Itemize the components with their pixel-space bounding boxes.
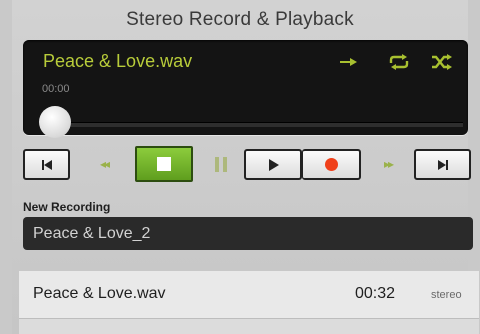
record-icon bbox=[324, 158, 338, 171]
recording-channels: stereo bbox=[431, 289, 462, 301]
recording-row[interactable]: Peace & Love.wav 00:32 stereo bbox=[19, 271, 479, 319]
player-panel: Peace & Love.wav 00:00 bbox=[23, 40, 468, 138]
arrow-right-icon[interactable] bbox=[336, 52, 362, 72]
app-title: Stereo Record & Playback bbox=[126, 9, 354, 30]
fast-forward-icon[interactable]: ▸▸ bbox=[384, 157, 394, 171]
now-playing-title: Peace & Love.wav bbox=[43, 51, 193, 71]
seek-thumb[interactable] bbox=[39, 106, 71, 138]
seek-bar[interactable] bbox=[43, 122, 463, 127]
list-item[interactable] bbox=[19, 319, 479, 334]
shuffle-icon[interactable] bbox=[429, 52, 455, 72]
skip-back-icon bbox=[41, 159, 52, 170]
repeat-icon[interactable] bbox=[386, 52, 412, 72]
skip-forward-button[interactable] bbox=[414, 149, 471, 180]
elapsed-time: 00:00 bbox=[42, 83, 70, 95]
stop-button[interactable] bbox=[135, 146, 193, 182]
rewind-icon[interactable]: ◂◂ bbox=[100, 157, 110, 171]
stop-icon bbox=[157, 157, 171, 171]
play-icon bbox=[268, 158, 279, 171]
play-button[interactable] bbox=[244, 149, 302, 180]
pause-icon[interactable] bbox=[215, 157, 227, 172]
recording-duration: 00:32 bbox=[355, 285, 396, 302]
record-button[interactable] bbox=[302, 149, 361, 180]
new-recording-label: New Recording bbox=[23, 200, 111, 214]
recording-name-input[interactable] bbox=[23, 217, 473, 250]
app-window: Stereo Record & Playback Peace & Love.wa… bbox=[12, 0, 479, 334]
recording-name: Peace & Love.wav bbox=[33, 285, 166, 302]
skip-forward-icon bbox=[437, 159, 448, 170]
skip-back-button[interactable] bbox=[23, 149, 70, 180]
